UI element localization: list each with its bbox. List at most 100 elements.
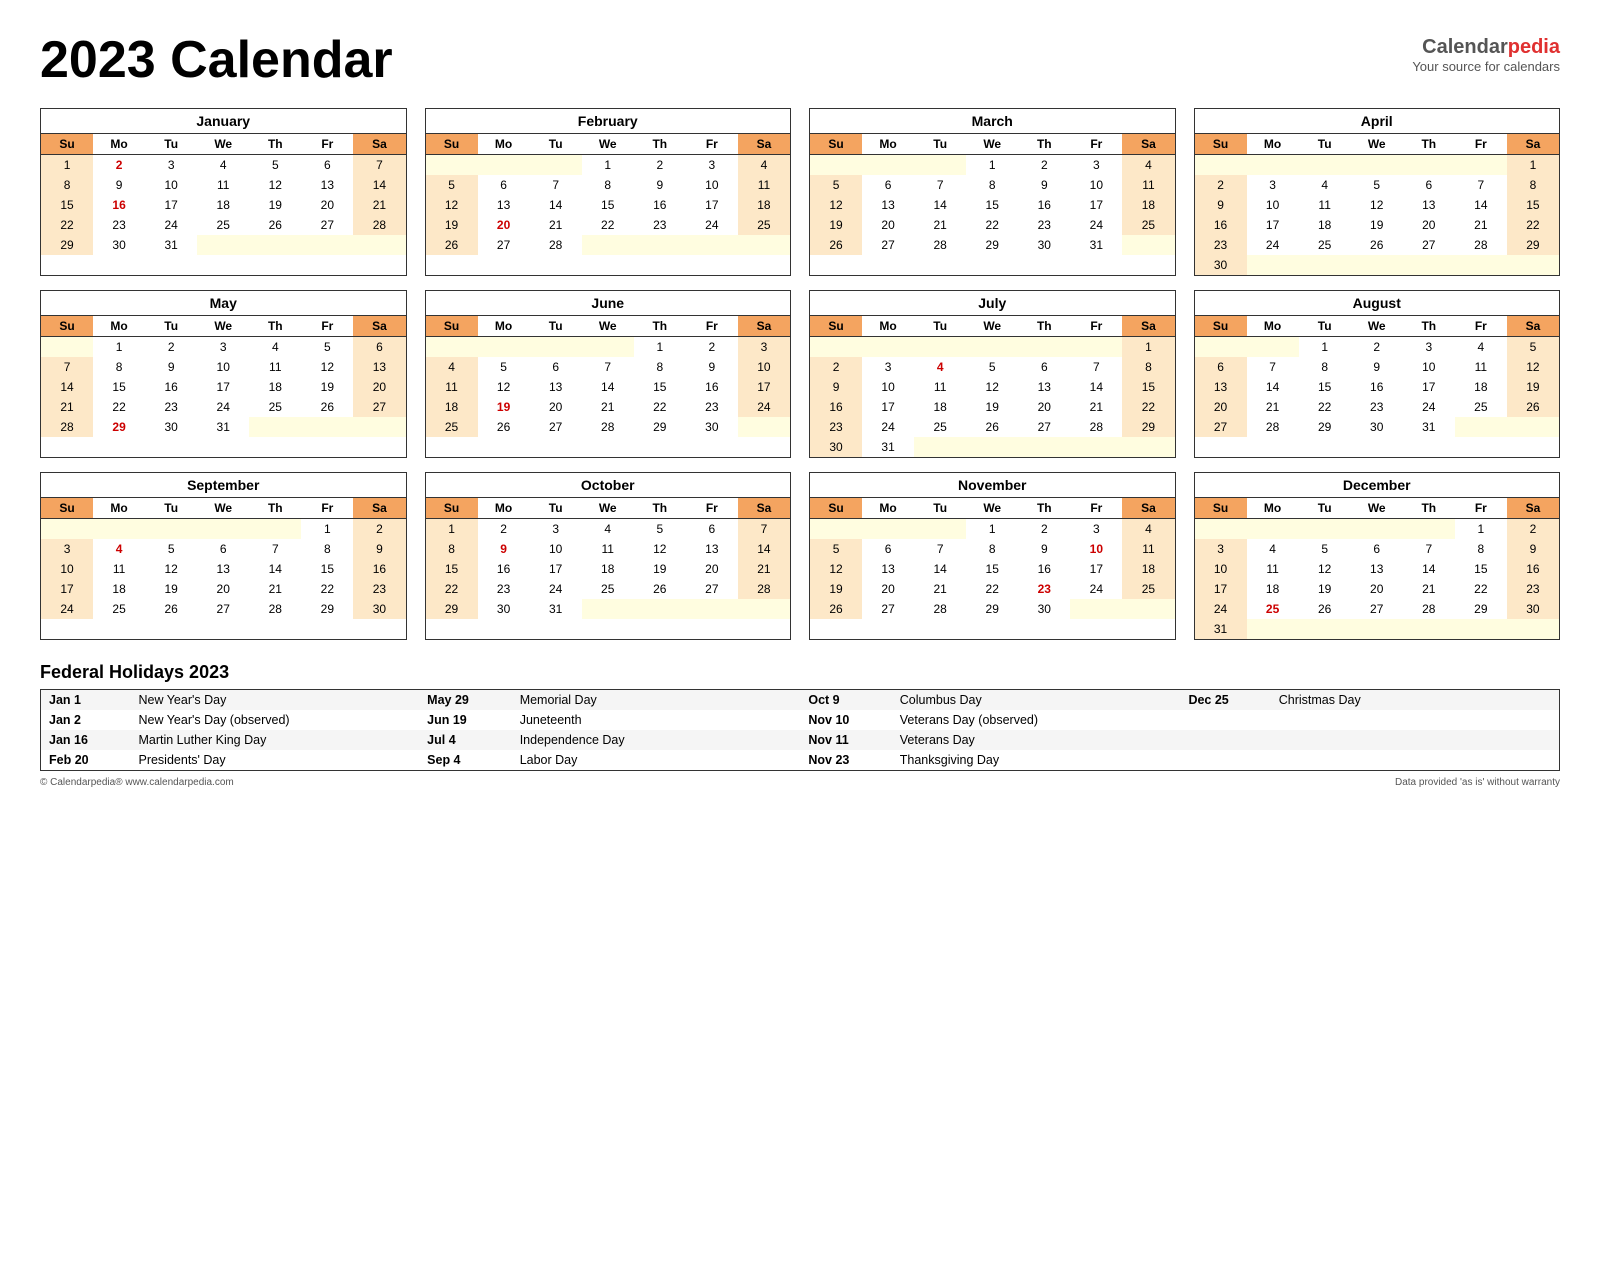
day-cell: 16 <box>1351 377 1403 397</box>
day-cell: 10 <box>197 357 249 377</box>
day-cell: 5 <box>301 337 353 358</box>
day-cell <box>1455 417 1507 437</box>
holiday-date <box>1180 730 1270 750</box>
day-cell: 5 <box>426 175 478 195</box>
day-cell: 10 <box>686 175 738 195</box>
week-row: 1234 <box>810 155 1175 176</box>
day-cell: 24 <box>197 397 249 417</box>
day-cell <box>862 155 914 176</box>
day-cell: 9 <box>1018 175 1070 195</box>
day-cell: 1 <box>1299 337 1351 358</box>
day-header-fr: Fr <box>1455 498 1507 519</box>
day-cell: 31 <box>1070 235 1122 255</box>
day-cell: 16 <box>1018 559 1070 579</box>
day-cell: 2 <box>810 357 862 377</box>
day-header-we: We <box>1351 316 1403 337</box>
day-header-th: Th <box>1018 316 1070 337</box>
day-cell: 3 <box>862 357 914 377</box>
day-cell <box>249 417 301 437</box>
day-cell: 23 <box>1018 215 1070 235</box>
day-cell: 6 <box>1195 357 1247 377</box>
day-cell: 8 <box>966 175 1018 195</box>
day-cell: 28 <box>914 235 966 255</box>
day-cell: 6 <box>862 175 914 195</box>
day-cell: 7 <box>914 175 966 195</box>
day-cell <box>738 417 790 437</box>
day-cell: 23 <box>634 215 686 235</box>
day-cell: 13 <box>478 195 530 215</box>
day-header-tu: Tu <box>530 498 582 519</box>
day-cell: 1 <box>634 337 686 358</box>
day-header-sa: Sa <box>1507 316 1559 337</box>
day-cell: 26 <box>966 417 1018 437</box>
day-cell <box>862 337 914 358</box>
day-cell: 3 <box>686 155 738 176</box>
day-cell: 29 <box>41 235 93 255</box>
day-cell: 10 <box>1070 175 1122 195</box>
day-header-sa: Sa <box>1122 498 1174 519</box>
holiday-row: Jan 1New Year's DayMay 29Memorial DayOct… <box>41 690 1560 711</box>
day-cell: 27 <box>862 599 914 619</box>
day-cell <box>197 235 249 255</box>
day-cell <box>1351 619 1403 639</box>
week-row: 20212223242526 <box>1195 397 1560 417</box>
day-cell: 20 <box>530 397 582 417</box>
day-cell: 2 <box>145 337 197 358</box>
day-header-su: Su <box>810 498 862 519</box>
day-cell: 12 <box>810 559 862 579</box>
day-cell: 15 <box>582 195 634 215</box>
day-cell: 25 <box>582 579 634 599</box>
day-cell <box>1247 619 1299 639</box>
day-cell: 5 <box>1351 175 1403 195</box>
day-cell: 25 <box>1122 215 1174 235</box>
day-cell: 19 <box>1351 215 1403 235</box>
day-cell <box>582 337 634 358</box>
day-cell: 17 <box>197 377 249 397</box>
month-title: February <box>426 109 791 134</box>
day-cell: 9 <box>353 539 405 559</box>
day-cell: 1 <box>1455 519 1507 540</box>
day-cell: 6 <box>1403 175 1455 195</box>
month-block-december: DecemberSuMoTuWeThFrSa123456789101112131… <box>1194 472 1561 640</box>
day-cell: 21 <box>914 215 966 235</box>
day-cell: 11 <box>249 357 301 377</box>
holiday-name: Martin Luther King Day <box>130 730 419 750</box>
day-cell: 15 <box>966 195 1018 215</box>
day-cell: 9 <box>145 357 197 377</box>
day-cell: 10 <box>1070 539 1122 559</box>
day-cell: 17 <box>1070 195 1122 215</box>
day-cell: 26 <box>478 417 530 437</box>
day-cell: 31 <box>197 417 249 437</box>
day-cell: 30 <box>1018 599 1070 619</box>
day-cell: 22 <box>1122 397 1174 417</box>
week-row: 262728293031 <box>810 235 1175 255</box>
day-cell: 21 <box>530 215 582 235</box>
day-header-fr: Fr <box>686 316 738 337</box>
day-cell: 18 <box>197 195 249 215</box>
day-header-we: We <box>966 498 1018 519</box>
month-title: January <box>41 109 406 134</box>
day-cell: 9 <box>478 539 530 559</box>
month-table: SuMoTuWeThFrSa12345678910111213141516171… <box>41 498 406 619</box>
day-cell <box>145 519 197 540</box>
day-cell: 22 <box>1299 397 1351 417</box>
day-header-th: Th <box>249 134 301 155</box>
day-cell: 12 <box>1299 559 1351 579</box>
day-header-su: Su <box>41 316 93 337</box>
day-cell <box>1070 599 1122 619</box>
day-cell: 18 <box>1122 195 1174 215</box>
day-cell: 2 <box>353 519 405 540</box>
day-cell: 22 <box>582 215 634 235</box>
day-header-mo: Mo <box>1247 498 1299 519</box>
holidays-section: Federal Holidays 2023 Jan 1New Year's Da… <box>40 662 1560 771</box>
day-cell: 20 <box>1018 397 1070 417</box>
day-cell: 15 <box>93 377 145 397</box>
day-cell: 24 <box>1070 579 1122 599</box>
day-cell: 24 <box>738 397 790 417</box>
week-row: 24252627282930 <box>41 599 406 619</box>
day-cell: 15 <box>426 559 478 579</box>
day-cell: 5 <box>810 539 862 559</box>
day-cell: 13 <box>1195 377 1247 397</box>
day-cell: 16 <box>1507 559 1559 579</box>
day-cell: 30 <box>353 599 405 619</box>
